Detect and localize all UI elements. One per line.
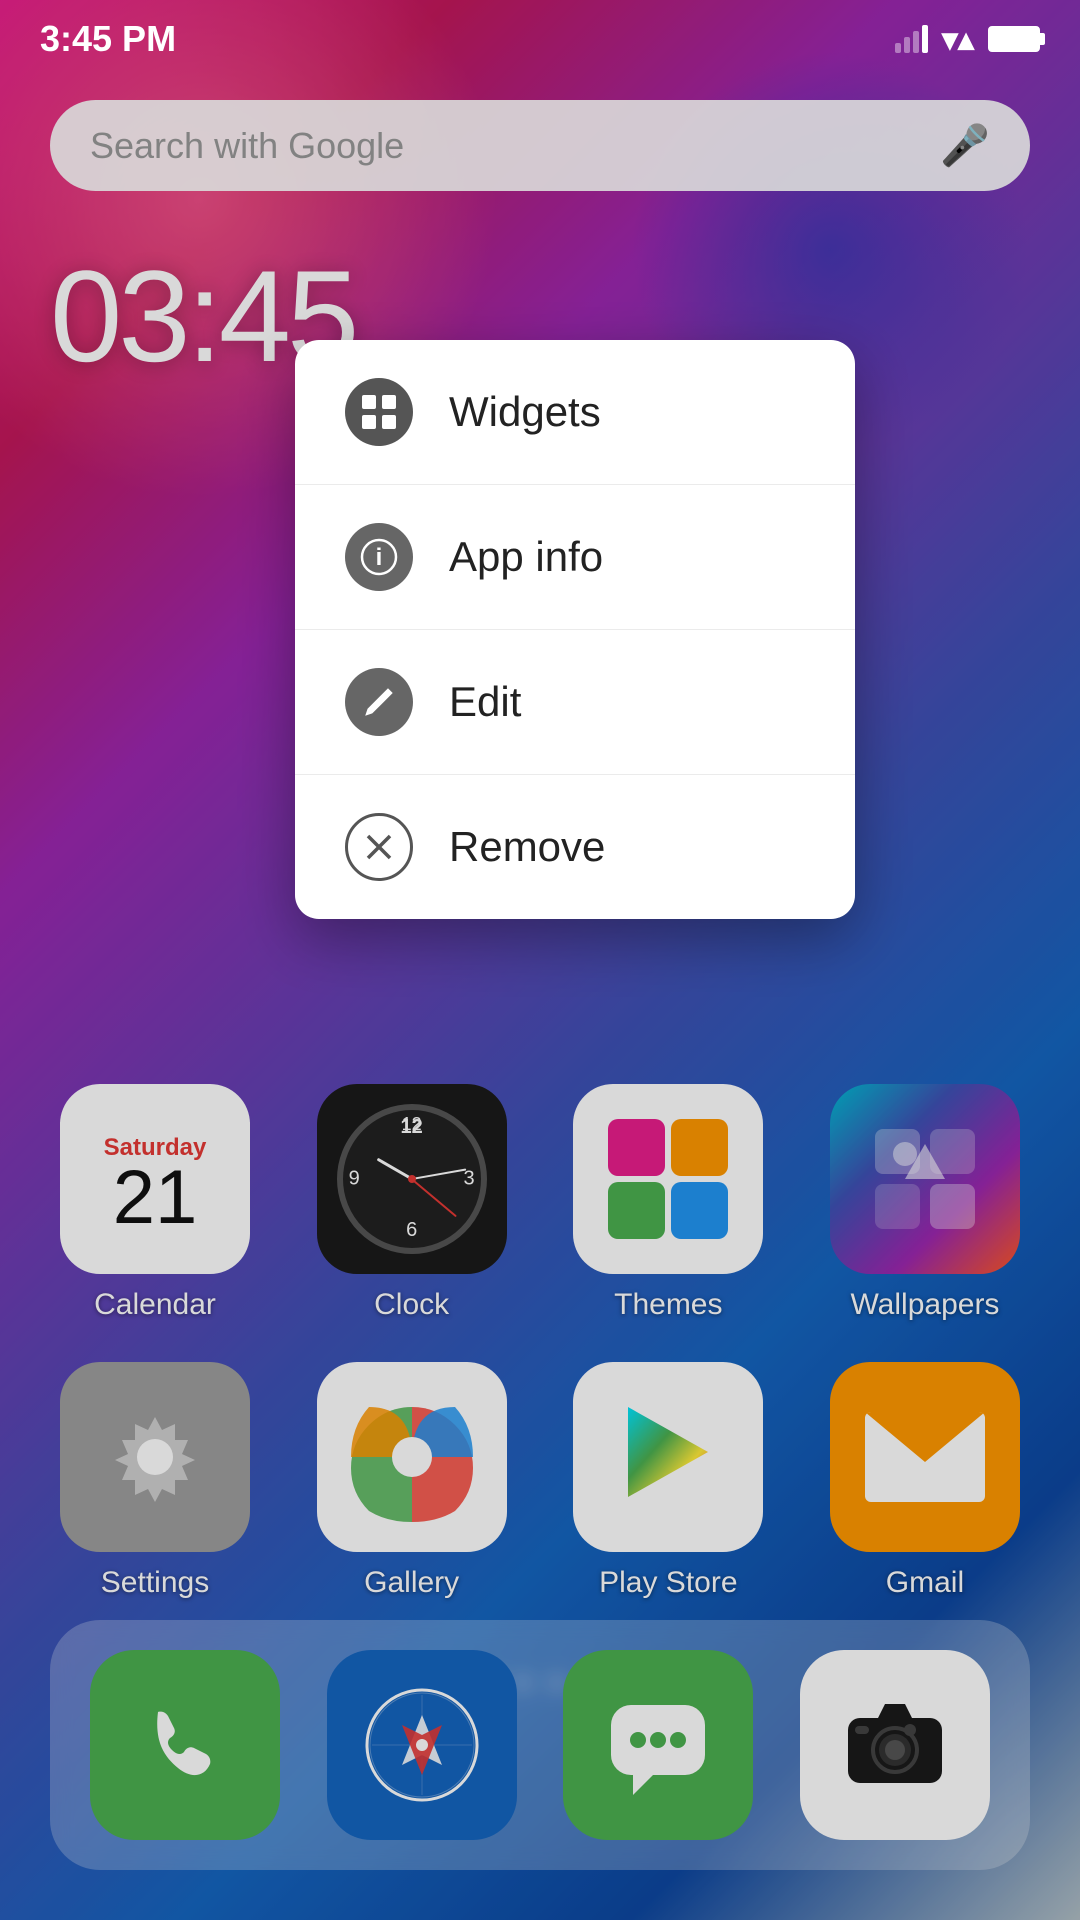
menu-item-appinfo[interactable]: i App info xyxy=(295,485,855,630)
remove-label: Remove xyxy=(449,823,605,871)
status-bar: 3:45 PM ▾▴ xyxy=(0,0,1080,70)
edit-label: Edit xyxy=(449,678,521,726)
remove-icon xyxy=(345,813,413,881)
edit-icon xyxy=(345,668,413,736)
battery-icon xyxy=(988,26,1040,52)
menu-item-widgets[interactable]: Widgets xyxy=(295,340,855,485)
status-time: 3:45 PM xyxy=(40,18,176,60)
menu-item-edit[interactable]: Edit xyxy=(295,630,855,775)
widgets-label: Widgets xyxy=(449,388,601,436)
context-menu: Widgets i App info Edit Remove xyxy=(295,340,855,919)
wifi-icon: ▾▴ xyxy=(942,20,974,58)
status-icons: ▾▴ xyxy=(895,20,1040,58)
signal-icon xyxy=(895,25,928,53)
appinfo-label: App info xyxy=(449,533,603,581)
widgets-icon xyxy=(345,378,413,446)
overlay-dim[interactable] xyxy=(0,0,1080,1920)
appinfo-icon: i xyxy=(345,523,413,591)
menu-item-remove[interactable]: Remove xyxy=(295,775,855,919)
svg-text:i: i xyxy=(376,544,383,571)
